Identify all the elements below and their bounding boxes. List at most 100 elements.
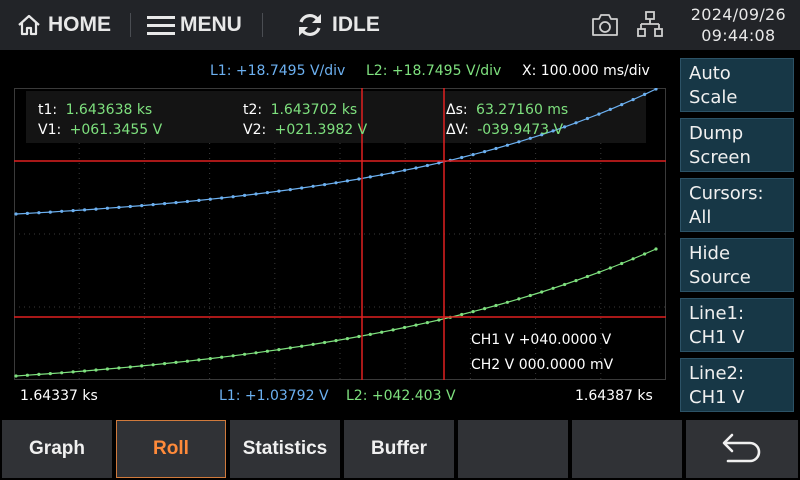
t1-label: t1:: [38, 102, 57, 118]
run-state-button[interactable]: IDLE: [296, 0, 380, 50]
v2-label: V2:: [243, 122, 266, 138]
trace-point: [345, 337, 349, 341]
trace-point: [197, 358, 201, 362]
button-label-line2: All: [689, 207, 712, 228]
trace-point: [483, 150, 487, 154]
trace-point: [277, 189, 281, 193]
trace-point: [163, 362, 167, 366]
tab-label: Statistics: [242, 438, 328, 459]
time-scale: X: 100.000 ms/div: [522, 63, 650, 79]
trace-point: [71, 370, 75, 374]
trace-point: [231, 195, 235, 199]
tab-empty-6[interactable]: [572, 420, 682, 478]
trace-point: [128, 204, 132, 209]
trace-point: [368, 332, 372, 336]
line1-value: L1: +1.03792 V: [219, 388, 329, 404]
trace-point: [311, 184, 315, 188]
trace-point: [368, 175, 372, 179]
trace-point: [620, 261, 624, 266]
camera-icon[interactable]: [591, 12, 619, 38]
refresh-icon: [299, 14, 321, 36]
hide-source-button[interactable]: Hide Source: [680, 238, 794, 292]
trace-point: [505, 300, 509, 304]
trace-point: [505, 143, 509, 147]
auto-scale-button[interactable]: Auto Scale: [680, 58, 794, 112]
button-label-line2: Scale: [689, 87, 738, 108]
trace-point: [471, 153, 475, 157]
plot-area[interactable]: t1: 1.643638 ks V1: +061.3455 V t2: 1.64…: [14, 88, 666, 380]
line2-source-button[interactable]: Line2: CH1 V: [680, 358, 794, 412]
trace-point: [117, 205, 121, 209]
trace-point: [563, 125, 567, 129]
menu-button[interactable]: MENU: [146, 0, 242, 50]
trace-point: [151, 203, 155, 207]
dv-value: -039.9473 V: [477, 122, 563, 138]
trace-point: [643, 92, 647, 96]
trace-point: [243, 193, 247, 197]
trace-point: [265, 349, 269, 353]
trace-point: [208, 197, 212, 201]
trace-point: [517, 140, 521, 144]
trace-point: [48, 210, 52, 214]
trace-point: [83, 369, 87, 373]
line2-scale: L2: +18.7495 V/div: [366, 63, 502, 79]
trace-point: [60, 209, 64, 213]
button-label-line2: CH1 V: [689, 327, 745, 348]
tab-graph[interactable]: Graph: [2, 420, 112, 478]
trace-point: [643, 252, 647, 256]
button-label-line1: Hide: [689, 243, 731, 264]
trace-point: [60, 371, 64, 375]
button-label-line2: Source: [689, 267, 751, 288]
trace-point: [403, 325, 407, 330]
trace-point: [323, 183, 327, 187]
line1-scale: L1: +18.7495 V/div: [210, 63, 346, 79]
button-label-line1: Dump: [689, 123, 744, 144]
svg-text:Δs: 63.27160 ms: Δs: 63.27160 ms: [446, 102, 568, 118]
trace-point: [437, 318, 441, 322]
trace-point: [631, 257, 635, 261]
svg-text:V2: +021.3982 V: V2: +021.3982 V: [243, 122, 368, 138]
datetime: 2024/09/26 09:44:08: [691, 4, 786, 46]
trace-point: [357, 177, 361, 181]
dv-label: ΔV:: [446, 122, 469, 138]
trace-point: [300, 186, 304, 190]
hamburger-icon: [147, 16, 175, 35]
trace-point: [174, 360, 178, 364]
trace-point: [380, 330, 384, 334]
trace-point: [140, 204, 144, 208]
button-label-line1: Line2:: [689, 363, 745, 384]
trace-point: [334, 181, 338, 185]
cursors-button[interactable]: Cursors: All: [680, 178, 794, 232]
trace-point: [620, 103, 624, 107]
trace-point: [460, 155, 464, 160]
svg-text:t1: 1.643638 ks: t1: 1.643638 ks: [38, 102, 152, 118]
trace-point: [311, 342, 315, 346]
trace-point: [288, 346, 292, 350]
tab-buffer[interactable]: Buffer: [344, 420, 454, 478]
trace-point: [185, 359, 189, 363]
separator: [130, 13, 131, 37]
tab-roll[interactable]: Roll: [116, 420, 226, 478]
trace-point: [608, 107, 612, 111]
ch2-readout: CH2 V 000.0000 mV: [471, 357, 614, 373]
ds-label: Δs:: [446, 102, 468, 118]
trace-point: [414, 323, 418, 327]
dump-screen-button[interactable]: Dump Screen: [680, 118, 794, 172]
v1-label: V1:: [38, 122, 61, 138]
trace-point: [265, 191, 269, 195]
tab-empty-5[interactable]: [458, 420, 568, 478]
back-button[interactable]: [686, 420, 798, 478]
trace-point: [528, 293, 532, 298]
run-state-label: IDLE: [332, 13, 380, 36]
line1-source-button[interactable]: Line1: CH1 V: [680, 298, 794, 352]
trace-point: [277, 348, 281, 352]
home-button[interactable]: HOME: [16, 0, 111, 50]
trace-point: [517, 297, 521, 301]
trace-point: [300, 344, 304, 348]
t2-value: 1.643702 ks: [271, 102, 358, 118]
trace-point: [197, 198, 201, 202]
trace-point: [608, 266, 612, 270]
tab-statistics[interactable]: Statistics: [230, 420, 340, 478]
trace-point: [37, 372, 41, 376]
trace-point: [37, 211, 41, 215]
